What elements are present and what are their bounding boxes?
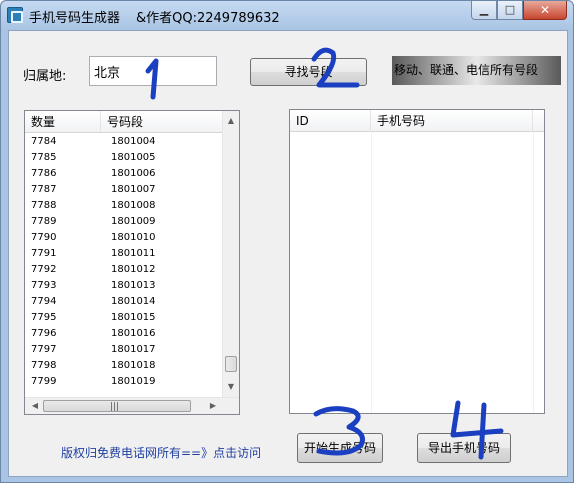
table-row[interactable]: 7790 1801010 xyxy=(25,230,222,246)
maximize-button[interactable]: □ xyxy=(497,1,523,20)
column-divider xyxy=(533,132,534,413)
carrier-banner: 移动、联通、电信所有号段 xyxy=(392,56,561,85)
segment-cell: 1801018 xyxy=(111,360,156,371)
segment-cell: 1801005 xyxy=(111,152,156,163)
segment-cell: 1801015 xyxy=(111,312,156,323)
segment-cell: 1801009 xyxy=(111,216,156,227)
maximize-icon: □ xyxy=(504,3,516,16)
minimize-button[interactable]: ▁ xyxy=(471,1,497,20)
segment-cell: 1801010 xyxy=(111,232,156,243)
count-cell: 7791 xyxy=(31,248,57,259)
table-row[interactable]: 7799 1801019 xyxy=(25,374,222,390)
window-title: 手机号码生成器 xyxy=(29,11,121,26)
close-button[interactable]: ✕ xyxy=(523,1,567,20)
count-cell: 7799 xyxy=(31,376,57,387)
count-cell: 7794 xyxy=(31,296,57,307)
table-row[interactable]: 7788 1801008 xyxy=(25,198,222,214)
segment-list[interactable]: 数量 号码段 7784 1801004 7785 1801005 7786 1801006… xyxy=(24,110,240,415)
find-segments-button[interactable]: 寻找号段 xyxy=(250,58,367,86)
region-label: 归属地: xyxy=(23,69,67,84)
segment-cell: 1801007 xyxy=(111,184,156,195)
count-cell: 7788 xyxy=(31,200,57,211)
table-row[interactable]: 7796 1801016 xyxy=(25,326,222,342)
count-cell: 7787 xyxy=(31,184,57,195)
segment-cell: 1801019 xyxy=(111,376,156,387)
segment-vertical-thumb[interactable] xyxy=(225,355,237,372)
count-cell: 7795 xyxy=(31,312,57,323)
segment-cell: 1801016 xyxy=(111,328,156,339)
segment-horizontal-scrollbar[interactable]: ◀ ||| ▶ xyxy=(25,397,239,414)
phone-number-list[interactable]: ID 手机号码 xyxy=(289,109,545,414)
table-row[interactable]: 7793 1801013 xyxy=(25,278,222,294)
table-row[interactable]: 7789 1801009 xyxy=(25,214,222,230)
column-segment-header[interactable]: 号码段 xyxy=(101,111,222,133)
count-cell: 7798 xyxy=(31,360,57,371)
arrow-right-icon[interactable]: ▶ xyxy=(205,398,221,414)
table-row[interactable]: 7785 1801005 xyxy=(25,150,222,166)
region-input[interactable] xyxy=(89,56,217,86)
segment-cell: 1801006 xyxy=(111,168,156,179)
arrow-down-icon[interactable]: ▼ xyxy=(223,379,239,395)
table-row[interactable]: 7795 1801015 xyxy=(25,310,222,326)
export-numbers-button[interactable]: 导出手机号码 xyxy=(417,433,511,463)
count-cell: 7785 xyxy=(31,152,57,163)
segment-cell: 1801008 xyxy=(111,200,156,211)
segment-cell: 1801012 xyxy=(111,264,156,275)
table-row[interactable]: 7784 1801004 xyxy=(25,134,222,150)
grip-icon: ||| xyxy=(110,402,120,412)
segment-cell: 1801017 xyxy=(111,344,156,355)
column-phone-header[interactable]: 手机号码 xyxy=(371,110,533,132)
app-window: 手机号码生成器 &作者QQ:2249789632 ▁ □ ✕ 归属地: 寻找号段… xyxy=(0,0,574,483)
column-count-header[interactable]: 数量 xyxy=(25,111,101,133)
column-id-header[interactable]: ID xyxy=(290,110,371,132)
table-row[interactable]: 7798 1801018 xyxy=(25,358,222,374)
minimize-icon: ▁ xyxy=(479,3,489,16)
segment-cell: 1801004 xyxy=(111,136,156,147)
window-author: &作者QQ:2249789632 xyxy=(136,11,280,26)
count-cell: 7792 xyxy=(31,264,57,275)
phone-list-body xyxy=(290,132,544,413)
copyright-link[interactable]: 版权归免费电话网所有==》点击访问 xyxy=(61,444,261,461)
arrow-up-icon[interactable]: ▲ xyxy=(223,113,239,129)
count-cell: 7797 xyxy=(31,344,57,355)
segment-list-header: 数量 号码段 xyxy=(25,111,222,133)
count-cell: 7784 xyxy=(31,136,57,147)
client-area: 归属地: 寻找号段 移动、联通、电信所有号段 数量 号码段 7784 180100… xyxy=(8,30,568,477)
count-cell: 7789 xyxy=(31,216,57,227)
arrow-left-icon[interactable]: ◀ xyxy=(27,398,43,414)
count-cell: 7790 xyxy=(31,232,57,243)
app-icon xyxy=(7,7,23,23)
table-row[interactable]: 7791 1801011 xyxy=(25,246,222,262)
segment-cell: 1801014 xyxy=(111,296,156,307)
count-cell: 7793 xyxy=(31,280,57,291)
table-row[interactable]: 7794 1801014 xyxy=(25,294,222,310)
segment-horizontal-thumb[interactable]: ||| xyxy=(43,400,191,412)
start-generate-button[interactable]: 开始生成号码 xyxy=(297,433,383,463)
table-row[interactable]: 7797 1801017 xyxy=(25,342,222,358)
caption-buttons: ▁ □ ✕ xyxy=(471,1,567,21)
close-icon: ✕ xyxy=(539,3,551,17)
segment-vertical-scrollbar[interactable]: ▲ ▼ xyxy=(222,111,239,397)
segment-cell: 1801011 xyxy=(111,248,156,259)
segment-cell: 1801013 xyxy=(111,280,156,291)
table-row[interactable]: 7787 1801007 xyxy=(25,182,222,198)
column-divider xyxy=(371,132,372,413)
count-cell: 7796 xyxy=(31,328,57,339)
table-row[interactable]: 7786 1801006 xyxy=(25,166,222,182)
count-cell: 7786 xyxy=(31,168,57,179)
phone-list-header: ID 手机号码 xyxy=(290,110,544,132)
table-row[interactable]: 7792 1801012 xyxy=(25,262,222,278)
title-bar[interactable]: 手机号码生成器 &作者QQ:2249789632 ▁ □ ✕ xyxy=(1,1,573,30)
